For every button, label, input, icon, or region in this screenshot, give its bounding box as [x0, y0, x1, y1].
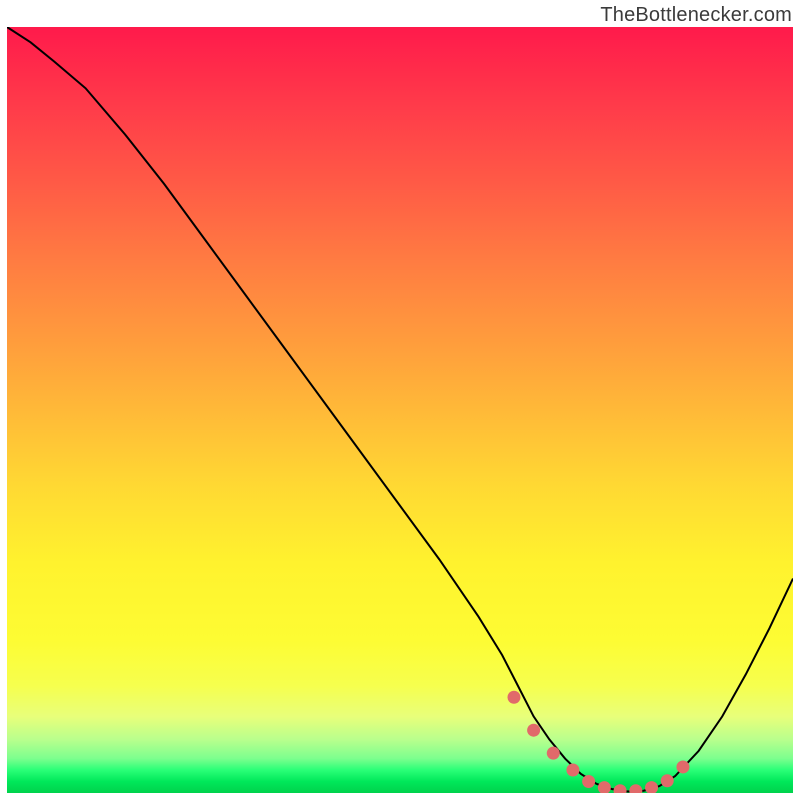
bottleneck-curve-path: [7, 27, 793, 791]
flat-region-markers: [507, 691, 689, 793]
marker-dot: [582, 775, 595, 788]
marker-dot: [566, 764, 579, 777]
marker-dot: [661, 774, 674, 787]
marker-dot: [676, 760, 689, 773]
marker-dot: [645, 781, 658, 793]
marker-dot: [507, 691, 520, 704]
watermark-text: TheBottlenecker.com: [600, 4, 792, 27]
marker-dot: [629, 784, 642, 793]
marker-dot: [547, 747, 560, 760]
plot-area: [7, 27, 793, 793]
chart-container: TheBottlenecker.com: [0, 0, 800, 800]
chart-overlay-svg: [7, 27, 793, 793]
marker-dot: [598, 781, 611, 793]
marker-dot: [527, 724, 540, 737]
marker-dot: [614, 784, 627, 793]
